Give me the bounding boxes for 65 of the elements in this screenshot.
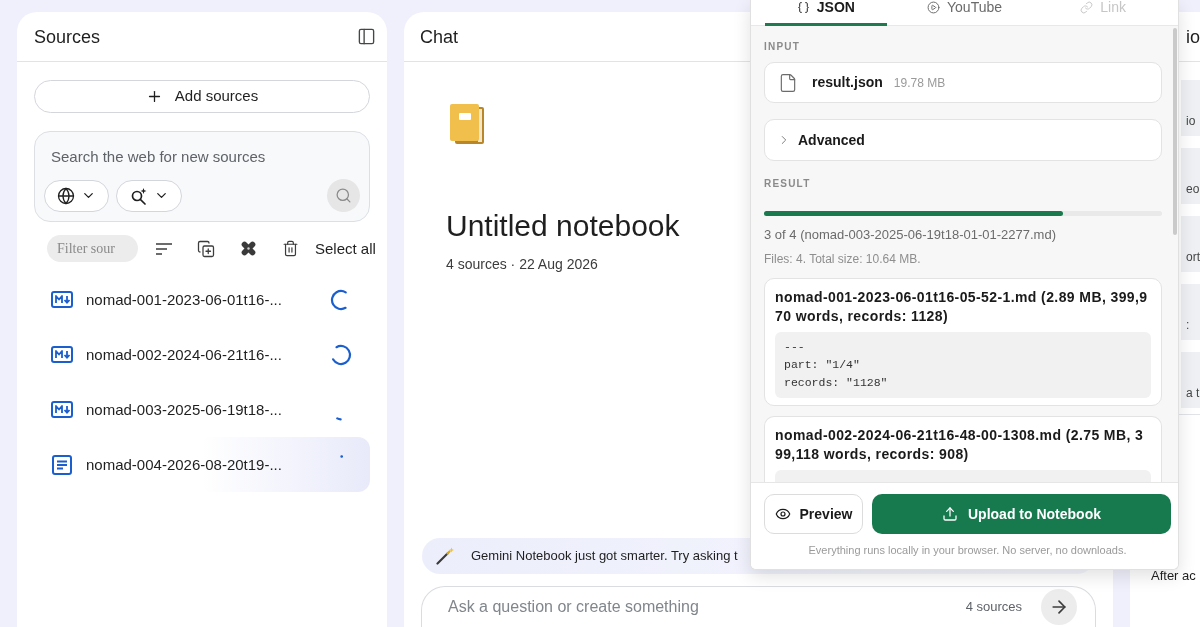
magic-wand-icon <box>436 547 454 565</box>
source-item[interactable]: nomad-003-2025-06-19t18-... <box>34 382 370 437</box>
delete-icon[interactable] <box>281 240 299 257</box>
select-all-button[interactable]: Select all <box>315 238 376 259</box>
file-icon <box>778 72 798 93</box>
source-item[interactable]: nomad-001-2023-06-01t16-... <box>34 272 370 327</box>
filter-input[interactable]: Filter sour <box>47 235 138 262</box>
source-name: nomad-002-2024-06-21t16-... <box>86 344 282 365</box>
markdown-file-icon <box>51 401 73 418</box>
preview-button[interactable]: Preview <box>764 494 863 534</box>
section-label: RESULT <box>764 177 812 191</box>
studio-tile[interactable]: ort <box>1181 216 1200 272</box>
markdown-file-icon <box>51 291 73 308</box>
notebook-meta: 4 sources · 22 Aug 2026 <box>446 255 598 274</box>
privacy-note: Everything runs locally in your browser. No server, no downloads. <box>807 544 1128 557</box>
studio-tile[interactable]: a t <box>1181 352 1200 408</box>
studio-note: After ac <box>1150 567 1197 585</box>
web-search-input[interactable]: Search the web for new sources <box>51 143 353 169</box>
source-item[interactable]: nomad-002-2024-06-21t16-... <box>34 327 370 382</box>
add-note-icon[interactable] <box>197 239 215 258</box>
panel-title: Sources <box>34 25 101 49</box>
file-name: result.json <box>812 73 883 92</box>
add-sources-button[interactable]: Add sources <box>34 80 370 113</box>
progress-status: 3 of 4 (nomad-003-2025-06-19t18-01-01-2277.md) <box>764 226 1057 244</box>
markdown-file-icon <box>51 346 73 363</box>
play-circle-icon <box>927 1 940 14</box>
search-button[interactable] <box>327 179 360 212</box>
document-icon <box>51 454 73 475</box>
question-input[interactable]: Ask a question or create something <box>448 597 966 617</box>
upload-button[interactable]: Upload to Notebook <box>872 494 1171 534</box>
code-block: --- part: "1/4" records: "1128" <box>775 332 1151 398</box>
panel-title: io <box>1186 25 1200 49</box>
globe-icon <box>57 186 75 205</box>
advanced-toggle[interactable]: Advanced <box>764 119 1162 161</box>
search-mode-dropdown[interactable] <box>116 179 182 212</box>
studio-tile[interactable]: eo <box>1181 148 1200 204</box>
upload-icon <box>942 506 958 522</box>
source-name: nomad-003-2025-06-19t18-... <box>86 399 282 420</box>
notebook-emoji-icon <box>450 104 484 144</box>
web-search-box[interactable]: Search the web for new sources <box>34 131 370 222</box>
notebook-title: Untitled notebook <box>446 208 680 244</box>
eye-icon <box>774 506 791 522</box>
result-summary: Files: 4. Total size: 10.64 MB. <box>764 251 922 267</box>
sort-icon[interactable] <box>156 242 172 255</box>
source-name: nomad-004-2026-08-20t19-... <box>86 454 282 475</box>
search-icon <box>335 187 352 204</box>
source-name: nomad-001-2023-06-01t16-... <box>86 289 282 310</box>
chat-input-box[interactable]: Ask a question or create something 4 sources <box>421 586 1096 627</box>
link-icon <box>1080 1 1094 14</box>
studio-tile[interactable]: io <box>1181 80 1200 136</box>
panel-title: Chat <box>420 25 459 49</box>
result-title: nomad-001-2023-06-01t16-05-52-1.md (2.89 MB, 399,970 words, records: 1128) <box>775 288 1149 326</box>
source-type-dropdown[interactable] <box>44 179 109 212</box>
sparkle-search-icon <box>129 186 148 205</box>
tip-text: Gemini Notebook just got smarter. Try asking t <box>471 547 738 565</box>
collapse-panel-icon[interactable] <box>357 27 376 46</box>
braces-icon <box>796 1 810 14</box>
tab[interactable]: YouTube <box>903 0 1026 26</box>
studio-tile[interactable]: : <box>1181 284 1200 340</box>
section-label: INPUT <box>764 40 801 54</box>
send-button[interactable] <box>1041 589 1077 625</box>
result-title: nomad-002-2024-06-21t16-48-00-1308.md (2.75 MB, 399,118 words, records: 908) <box>775 426 1145 464</box>
file-size: 19.78 MB <box>893 74 946 92</box>
bandage-icon[interactable] <box>239 240 257 257</box>
source-count: 4 sources <box>965 598 1022 616</box>
